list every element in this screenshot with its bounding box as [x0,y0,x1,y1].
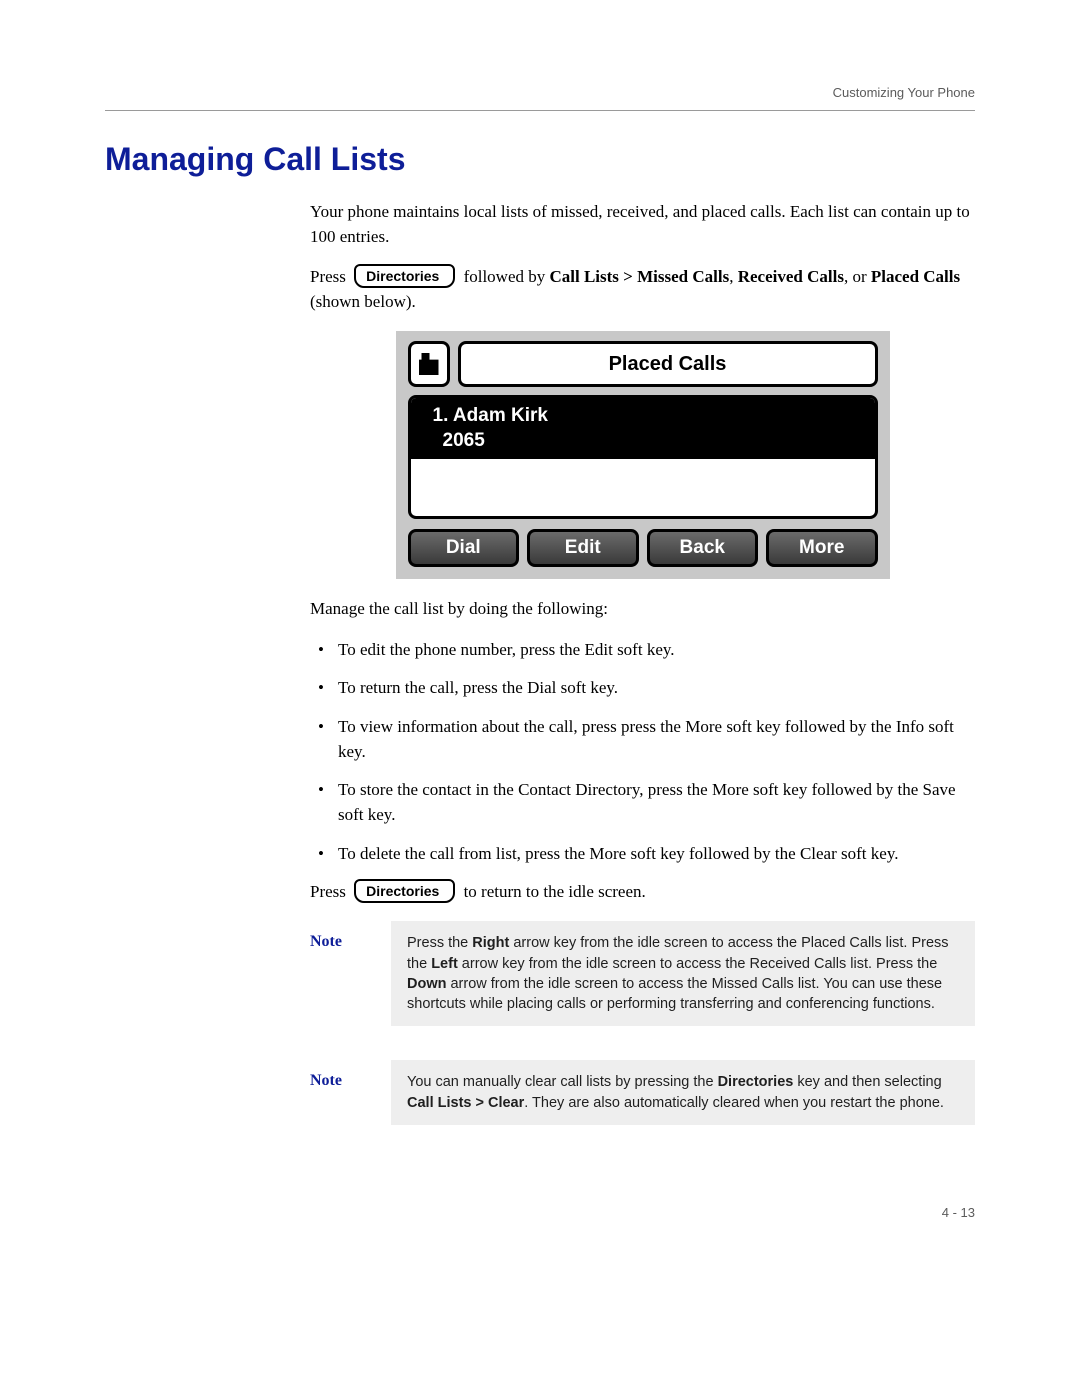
phone-call-list: 1. Adam Kirk 2065 [408,395,878,519]
press2-post: to return to the idle screen. [464,882,646,901]
directories-key-icon: Directories [354,264,455,288]
softkey-dial[interactable]: Dial [408,529,520,567]
section-title: Managing Call Lists [105,141,975,178]
placed-bold: Placed Calls [871,267,960,286]
note-block: NoteYou can manually clear call lists by… [310,1060,975,1125]
entry-number: 2065 [443,429,875,454]
press-directories-instruction-2: Press Directories to return to the idle … [310,880,975,905]
directories-key-icon: Directories [354,879,455,903]
list-item: To delete the call from list, press the … [310,842,975,867]
phone-list-icon [408,341,450,387]
press-directories-instruction-1: Press Directories followed by Call Lists… [310,265,975,315]
comma1: , [729,267,738,286]
note-label: Note [310,1060,375,1125]
shown-below: (shown below). [310,292,416,311]
softkey-back[interactable]: Back [647,529,759,567]
note-label: Note [310,921,375,1026]
press-word-2: Press [310,882,346,901]
press1-post: followed by [464,267,550,286]
softkey-row: Dial Edit Back More [408,529,878,567]
phone-screen-title: Placed Calls [458,341,878,387]
call-list-entry: 1. Adam Kirk 2065 [411,398,875,459]
running-header: Customizing Your Phone [105,85,975,100]
list-item: To edit the phone number, press the Edit… [310,638,975,663]
softkey-edit[interactable]: Edit [527,529,639,567]
note-body: Press the Right arrow key from the idle … [391,921,975,1026]
note-body: You can manually clear call lists by pre… [391,1060,975,1125]
intro-paragraph: Your phone maintains local lists of miss… [310,200,975,249]
manage-intro: Manage the call list by doing the follow… [310,597,975,622]
note-block: NotePress the Right arrow key from the i… [310,921,975,1026]
or-text: , or [844,267,871,286]
entry-name: 1. Adam Kirk [433,404,875,429]
list-item: To view information about the call, pres… [310,715,975,764]
press-word: Press [310,267,346,286]
header-rule [105,110,975,111]
phone-screen-figure: Placed Calls 1. Adam Kirk 2065 Dial Edit… [396,331,890,579]
list-item: To store the contact in the Contact Dire… [310,778,975,827]
softkey-more[interactable]: More [766,529,878,567]
list-item: To return the call, press the Dial soft … [310,676,975,701]
instruction-list: To edit the phone number, press the Edit… [310,638,975,866]
received-bold: Received Calls [738,267,844,286]
page-number: 4 - 13 [105,1205,975,1220]
path-bold: Call Lists > Missed Calls [550,267,730,286]
